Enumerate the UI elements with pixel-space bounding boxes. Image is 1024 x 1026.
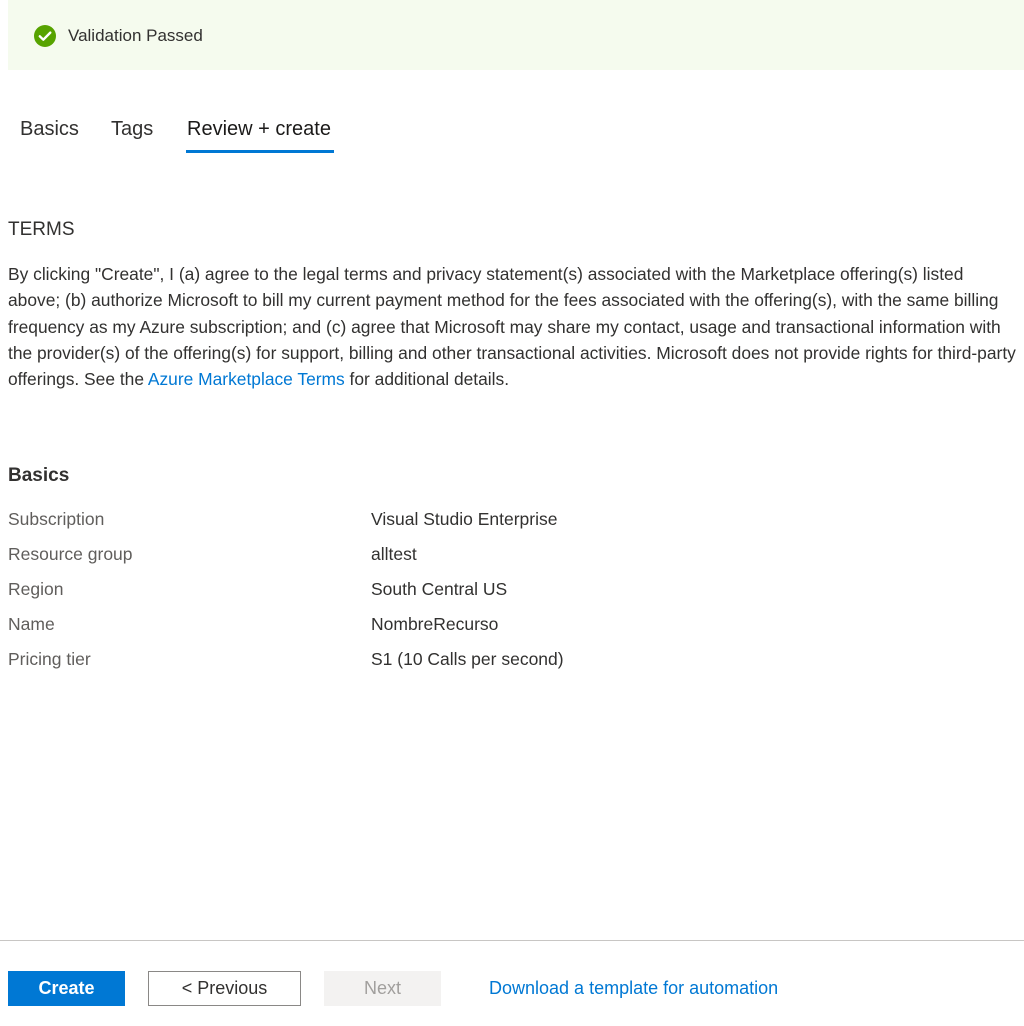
summary-value: alltest [371, 544, 417, 564]
tab-basics[interactable]: Basics [20, 116, 79, 142]
azure-marketplace-terms-link[interactable]: Azure Marketplace Terms [148, 369, 345, 389]
summary-label: Name [8, 614, 55, 634]
basics-summary-table: Subscription Visual Studio Enterprise Re… [8, 507, 1008, 682]
summary-label: Resource group [8, 544, 133, 564]
next-button[interactable]: Next [324, 971, 441, 1006]
summary-value: NombreRecurso [371, 614, 499, 634]
summary-label: Pricing tier [8, 649, 91, 669]
validation-banner: Validation Passed [8, 0, 1024, 70]
check-circle-icon [33, 24, 57, 48]
tab-review-create[interactable]: Review + create [187, 116, 331, 142]
summary-row-region: Region South Central US [8, 577, 1008, 612]
summary-row-name: Name NombreRecurso [8, 612, 1008, 647]
validation-status-text: Validation Passed [68, 26, 203, 45]
summary-row-pricing-tier: Pricing tier S1 (10 Calls per second) [8, 647, 1008, 682]
basics-section-heading: Basics [8, 465, 70, 486]
terms-paragraph: By clicking "Create", I (a) agree to the… [8, 261, 1018, 392]
review-create-page: Validation Passed Basics Tags Review + c… [0, 0, 1024, 1026]
summary-row-subscription: Subscription Visual Studio Enterprise [8, 507, 1008, 542]
terms-heading: TERMS [8, 219, 75, 240]
create-button[interactable]: Create [8, 971, 125, 1006]
previous-button[interactable]: < Previous [148, 971, 301, 1006]
download-template-link[interactable]: Download a template for automation [489, 976, 778, 1000]
summary-value: South Central US [371, 579, 508, 599]
active-tab-indicator [186, 150, 334, 153]
summary-value: Visual Studio Enterprise [371, 509, 558, 529]
summary-value: S1 (10 Calls per second) [371, 649, 564, 669]
summary-label: Region [8, 579, 64, 599]
summary-label: Subscription [8, 509, 105, 529]
terms-text-after-link: for additional details. [344, 369, 510, 390]
summary-row-resource-group: Resource group alltest [8, 542, 1008, 577]
tab-tags[interactable]: Tags [111, 116, 153, 142]
footer-divider [0, 940, 1024, 941]
